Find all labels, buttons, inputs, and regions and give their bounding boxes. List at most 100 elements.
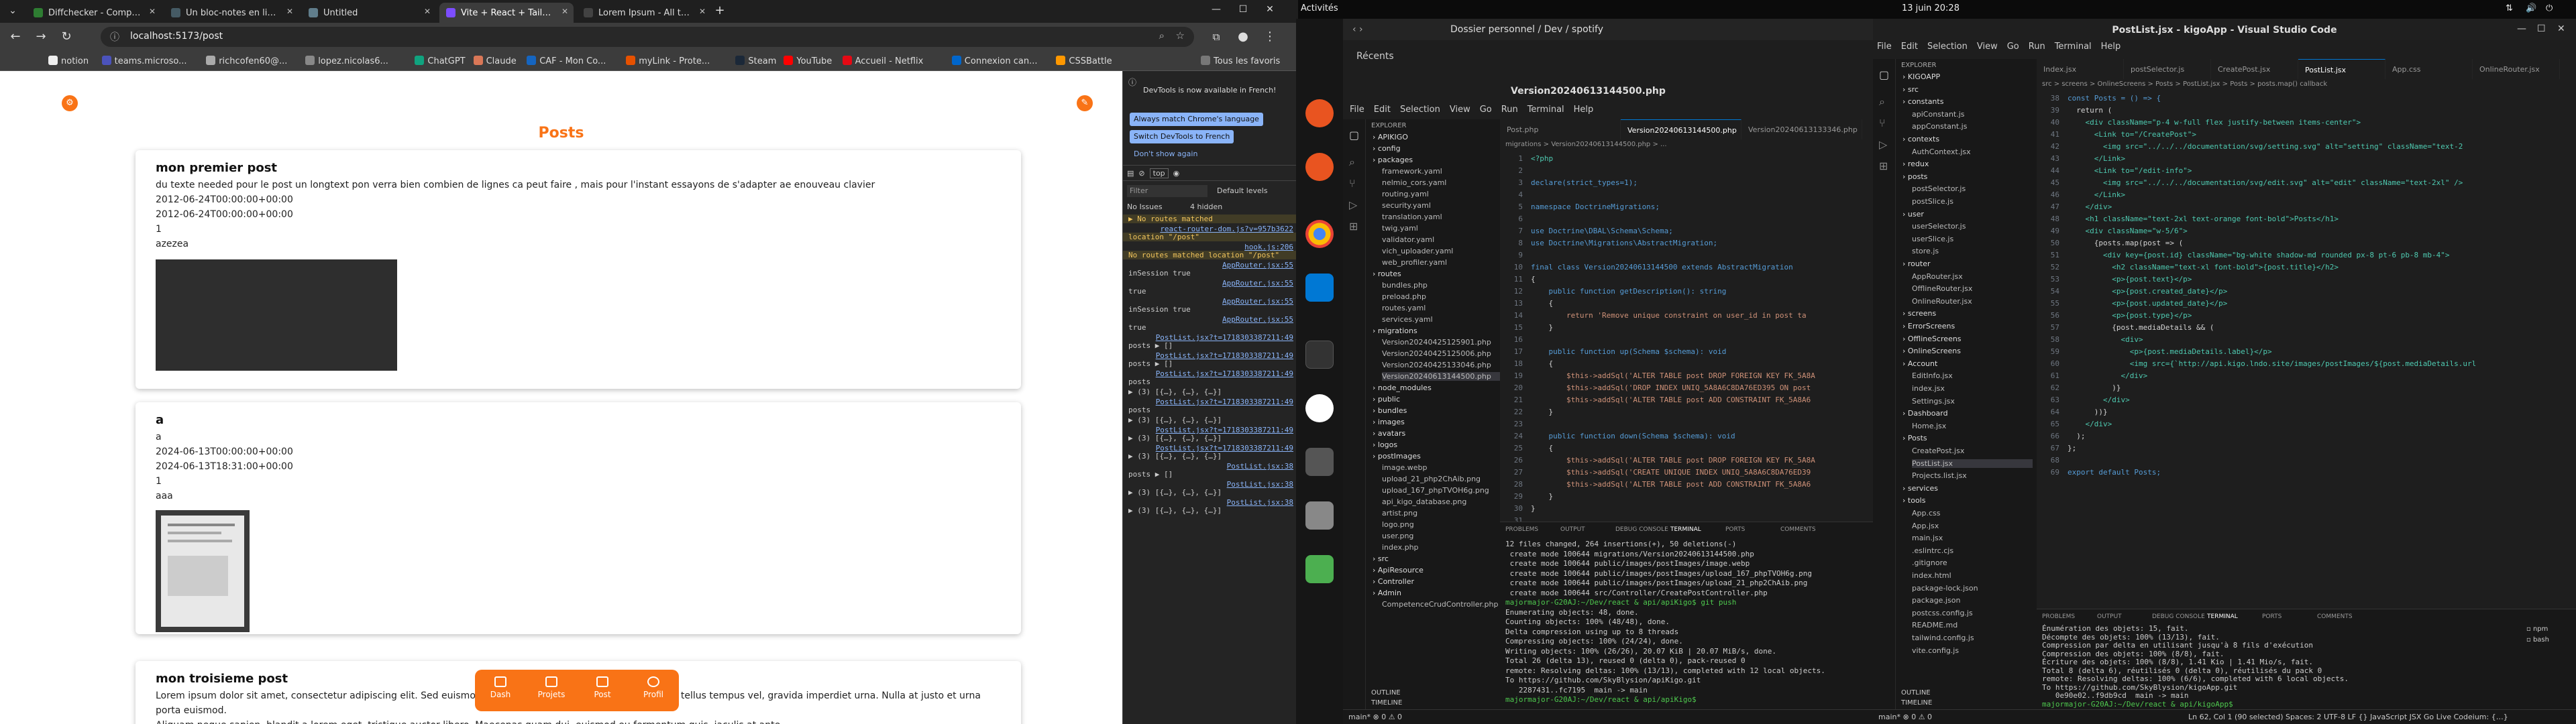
explorer-folder[interactable]: › ApiResource — [1373, 566, 1424, 575]
explorer-folder[interactable]: › Dashboard — [1902, 409, 1948, 418]
dont-show-again-button[interactable]: Don't show again — [1130, 147, 1201, 161]
panel-tab[interactable]: PORTS — [1725, 526, 1745, 533]
explorer-file[interactable]: twig.yaml — [1382, 224, 1418, 233]
explorer-file[interactable]: index.php — [1382, 543, 1419, 552]
bookmark-star-icon[interactable]: ☆ — [1176, 29, 1185, 42]
explorer-folder[interactable]: › contexts — [1902, 135, 1939, 143]
nav-projets[interactable]: Projets — [531, 676, 572, 711]
explorer-folder[interactable]: › Account — [1902, 359, 1937, 368]
explorer-file[interactable]: index.jsx — [1912, 384, 1945, 393]
switch-french-button[interactable]: Switch DevTools to French — [1130, 130, 1234, 143]
search-icon[interactable]: ⌕ — [1873, 91, 1895, 113]
explorer-folder[interactable]: › user — [1902, 210, 1924, 219]
trash-icon[interactable] — [1305, 555, 1334, 583]
explorer-folder[interactable]: › config — [1373, 144, 1401, 153]
files-back-icon[interactable]: ‹ › — [1352, 24, 1363, 35]
editor-tab[interactable]: Index.jsx — [2037, 59, 2124, 79]
explorer-file[interactable]: userSelector.js — [1912, 222, 1966, 231]
explorer-file[interactable]: Version20240613144500.php — [1382, 372, 1500, 381]
explorer-folder[interactable]: › routes — [1373, 269, 1401, 278]
explorer-file[interactable]: App.jsx — [1912, 522, 1939, 530]
maximize-icon[interactable]: ☐ — [1234, 1, 1252, 19]
all-bookmarks[interactable]: Tous les favoris — [1201, 56, 1280, 66]
editor-area[interactable]: Index.jsx postSelector.js CreatePost.jsx Po… — [2037, 59, 2576, 609]
panel-tab[interactable]: OUTPUT — [2097, 613, 2122, 620]
close-icon[interactable]: ✕ — [2557, 23, 2565, 34]
bookmark-item[interactable]: lopez.nicolas6... — [305, 56, 388, 66]
filter-input[interactable]: Filter — [1127, 185, 1208, 197]
search-icon[interactable]: ⌕ — [1343, 152, 1365, 173]
branch-status[interactable]: main* ⊗ 0 ⚠ 0 — [1348, 713, 1402, 721]
menu-item[interactable]: File — [1877, 42, 1892, 52]
explorer-file[interactable]: vich_uploader.yaml — [1382, 247, 1453, 255]
extensions-icon[interactable]: ⊞ — [1343, 216, 1365, 237]
explorer-file[interactable]: appConstant.js — [1912, 122, 1967, 131]
panel-tab[interactable]: COMMENTS — [2317, 613, 2353, 620]
nav-profil[interactable]: Profil — [633, 676, 674, 711]
explorer-folder[interactable]: › bundles — [1373, 406, 1407, 415]
source-control-icon[interactable]: ⑂ — [1343, 173, 1365, 194]
explorer-file[interactable]: userSlice.js — [1912, 235, 1953, 243]
tab-close-icon[interactable]: ✕ — [699, 7, 706, 16]
explorer-file[interactable]: framework.yaml — [1382, 167, 1442, 176]
explorer-folder[interactable]: › OfflineScreens — [1902, 335, 1962, 343]
vscode-icon[interactable] — [1305, 274, 1334, 302]
files-icon[interactable] — [1305, 448, 1334, 476]
extensions-icon[interactable]: ⧉ — [1208, 29, 1225, 46]
editor-tab[interactable]: PostList.jsx — [2298, 59, 2385, 79]
menu-item[interactable]: Go — [2007, 42, 2019, 52]
explorer-file[interactable]: translation.yaml — [1382, 213, 1442, 221]
explorer-file[interactable]: main.jsx — [1912, 534, 1943, 542]
explorer-file[interactable]: .gitignore — [1912, 558, 1947, 567]
browser-tab[interactable]: Un bloc-notes en ligne g ✕ — [164, 3, 299, 23]
explorer-folder[interactable]: › OnlineScreens — [1902, 347, 1961, 355]
context-select[interactable]: top — [1149, 168, 1169, 178]
panel-tab[interactable]: DEBUG CONSOLE — [2152, 613, 2205, 620]
settings-icon[interactable]: ⚙ — [62, 95, 78, 111]
explorer-folder[interactable]: › posts — [1902, 172, 1927, 181]
explorer-folder[interactable]: › screens — [1902, 309, 1936, 318]
tab-close-icon[interactable]: ✕ — [286, 7, 293, 16]
explorer-file[interactable]: OfflineRouter.jsx — [1912, 284, 1972, 293]
url-field[interactable]: ⓘ localhost:5173/post ⌕ ☆ — [101, 27, 1194, 47]
forward-icon[interactable]: → — [32, 29, 50, 46]
run-debug-icon[interactable]: ▷ — [1873, 134, 1895, 156]
menu-icon[interactable]: ⋮ — [1261, 29, 1279, 46]
explorer-folder[interactable]: › ErrorScreens — [1902, 322, 1955, 330]
explorer-folder[interactable]: › src — [1373, 554, 1389, 563]
explorer-folder[interactable]: › logos — [1373, 440, 1397, 449]
explorer-folder[interactable]: › postImages — [1373, 452, 1421, 461]
zoom-icon[interactable]: ⌕ — [1159, 29, 1165, 42]
menu-item[interactable]: View — [1450, 105, 1470, 115]
explorer-folder[interactable]: › KIGOAPP — [1902, 72, 1940, 81]
new-tab-button[interactable]: + — [711, 3, 729, 20]
github-icon[interactable] — [1305, 394, 1334, 422]
explorer-file[interactable]: services.yaml — [1382, 315, 1433, 324]
explorer-file[interactable]: postcss.config.js — [1912, 609, 1973, 617]
terminal-list-item[interactable]: ▫ npm — [2526, 625, 2548, 633]
explorer-file[interactable]: README.md — [1912, 621, 1957, 629]
terminal-panel[interactable]: PROBLEMS OUTPUT DEBUG CONSOLE TERMINAL PORTS… — [1500, 522, 1873, 709]
close-window-icon[interactable]: ✕ — [1261, 1, 1279, 19]
explorer-folder[interactable]: › APIKIGO — [1373, 133, 1408, 141]
tab-close-icon[interactable]: ✕ — [424, 7, 431, 16]
menu-item[interactable]: Help — [2101, 42, 2121, 52]
terminal-list-item[interactable]: ▫ bash — [2526, 636, 2549, 644]
tab-close-icon[interactable]: ✕ — [561, 7, 568, 16]
panel-tab[interactable]: TERMINAL — [1670, 526, 1701, 533]
editor-tab[interactable]: postSelector.js — [2124, 59, 2211, 79]
explorer-file[interactable]: .eslintrc.cjs — [1912, 546, 1953, 555]
issues-count[interactable]: No Issues — [1127, 202, 1163, 211]
explorer-file[interactable]: image.webp — [1382, 463, 1428, 472]
explorer-file[interactable]: web_profiler.yaml — [1382, 258, 1447, 267]
explorer-file[interactable]: apiConstant.js — [1912, 110, 1965, 119]
explorer-file[interactable]: routing.yaml — [1382, 190, 1429, 198]
nav-dash[interactable]: Dash — [480, 676, 521, 711]
explorer-folder[interactable]: › constants — [1902, 97, 1943, 106]
menu-item[interactable]: Go — [1480, 105, 1492, 115]
explorer-file[interactable]: AppRouter.jsx — [1912, 272, 1963, 281]
menu-item[interactable]: Run — [2029, 42, 2045, 52]
explorer-file[interactable]: Home.jsx — [1912, 422, 1946, 430]
bookmark-item[interactable]: CSSBattle — [1056, 56, 1112, 66]
explorer-file[interactable]: logo.png — [1382, 520, 1414, 529]
